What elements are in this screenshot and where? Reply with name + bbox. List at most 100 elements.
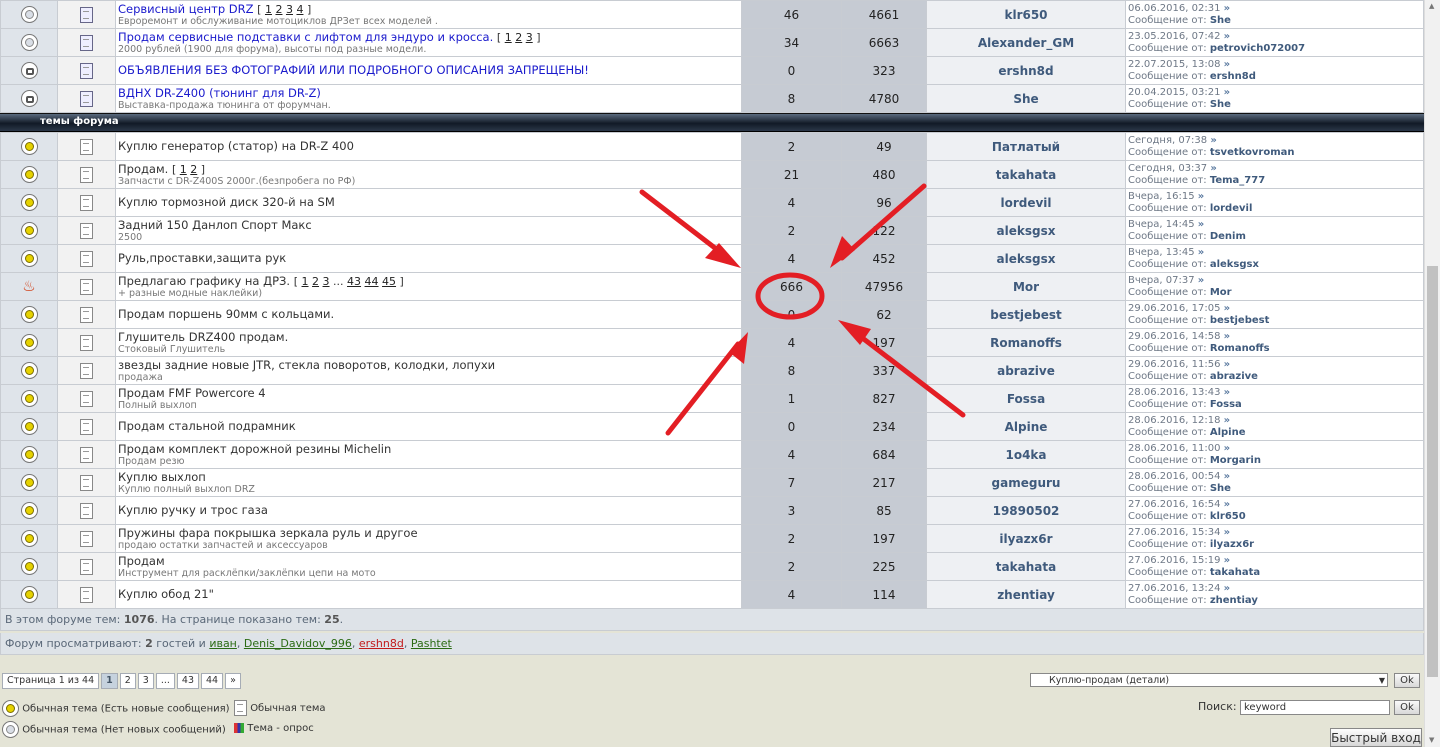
go-to-last-post-icon[interactable]: » [1210, 163, 1216, 174]
go-to-last-post-icon[interactable]: » [1224, 499, 1230, 510]
page-link[interactable]: 1 [302, 275, 309, 288]
scrollbar[interactable]: ▲ ▼ [1424, 0, 1440, 747]
last-post-author[interactable]: tsvetkovroman [1210, 147, 1295, 158]
page-link[interactable]: 2 [515, 31, 522, 44]
topic-title-link[interactable]: Сервисный центр DRZ [118, 3, 254, 16]
page-link[interactable]: 1 [265, 3, 272, 16]
author-link[interactable]: Fossa [1007, 392, 1045, 406]
search-input[interactable]: keyword [1240, 700, 1390, 715]
page-link[interactable]: 2 [312, 275, 319, 288]
page-link[interactable]: 1 [180, 163, 187, 176]
viewer-link[interactable]: ershn8d [359, 637, 404, 650]
author-link[interactable]: 1o4ka [1005, 448, 1046, 462]
author-link[interactable]: takahata [996, 560, 1056, 574]
page-link[interactable]: 2 [275, 3, 282, 16]
topic-title-link[interactable]: Продам комплект дорожной резины Michelin [118, 443, 391, 456]
pager-page[interactable]: 44 [201, 673, 224, 689]
page-link[interactable]: 45 [382, 275, 396, 288]
viewer-link[interactable]: Pashtet [411, 637, 452, 650]
author-link[interactable]: bestjebest [990, 308, 1061, 322]
forum-jump-select[interactable]: Куплю-продам (детали) ▼ [1030, 673, 1388, 687]
author-link[interactable]: Alpine [1005, 420, 1048, 434]
topic-title-link[interactable]: Руль,проставки,защита рук [118, 252, 286, 265]
last-post-author[interactable]: Denim [1210, 231, 1246, 242]
pager-page[interactable]: » [225, 673, 241, 689]
pager-page[interactable]: 3 [137, 673, 154, 689]
last-post-author[interactable]: She [1210, 15, 1231, 26]
last-post-author[interactable]: bestjebest [1210, 315, 1270, 326]
last-post-author[interactable]: Morgarin [1210, 455, 1261, 466]
last-post-author[interactable]: She [1210, 99, 1231, 110]
topic-title-link[interactable]: Предлагаю графику на ДРЗ. [118, 275, 290, 288]
go-to-last-post-icon[interactable]: » [1224, 59, 1230, 70]
topic-title-link[interactable]: Продам [118, 555, 165, 568]
jump-ok-button[interactable]: Ok [1394, 673, 1420, 688]
last-post-author[interactable]: ilyazx6r [1210, 539, 1254, 550]
page-link[interactable]: 43 [347, 275, 361, 288]
pager-page[interactable]: 43 [176, 673, 199, 689]
author-link[interactable]: takahata [996, 168, 1056, 182]
author-link[interactable]: lordevil [1000, 196, 1051, 210]
last-post-author[interactable]: Alpine [1210, 427, 1246, 438]
author-link[interactable]: gameguru [992, 476, 1061, 490]
topic-title-link[interactable]: Куплю генератор (статор) на DR-Z 400 [118, 140, 354, 153]
page-link[interactable]: 3 [286, 3, 293, 16]
topic-title-link[interactable]: звезды задние новые JTR, стекла поворото… [118, 359, 495, 372]
last-post-author[interactable]: Romanoffs [1210, 343, 1270, 354]
author-link[interactable]: klr650 [1004, 8, 1047, 22]
author-link[interactable]: ilyazx6r [999, 532, 1052, 546]
topic-title-link[interactable]: ОБЪЯВЛЕНИЯ БЕЗ ФОТОГРАФИЙ ИЛИ ПОДРОБНОГО… [118, 64, 589, 77]
last-post-author[interactable]: Mor [1210, 287, 1232, 298]
author-link[interactable]: 19890502 [993, 504, 1060, 518]
go-to-last-post-icon[interactable]: » [1224, 583, 1230, 594]
page-link[interactable]: 2 [190, 163, 197, 176]
last-post-author[interactable]: takahata [1210, 567, 1260, 578]
author-link[interactable]: zhentiay [997, 588, 1055, 602]
pager-page[interactable]: 2 [119, 673, 136, 689]
go-to-last-post-icon[interactable]: » [1224, 359, 1230, 370]
topic-title-link[interactable]: Куплю обод 21" [118, 588, 214, 601]
author-link[interactable]: aleksgsx [997, 224, 1056, 238]
go-to-last-post-icon[interactable]: » [1224, 87, 1230, 98]
last-post-author[interactable]: Tema_777 [1210, 175, 1265, 186]
scroll-thumb[interactable] [1427, 266, 1438, 677]
go-to-last-post-icon[interactable]: » [1224, 3, 1230, 14]
author-link[interactable]: ershn8d [998, 64, 1053, 78]
go-to-last-post-icon[interactable]: » [1224, 387, 1230, 398]
page-link[interactable]: 3 [323, 275, 330, 288]
topic-title-link[interactable]: Задний 150 Данлоп Спорт Макс [118, 219, 312, 232]
quick-login-button[interactable]: Быстрый вход [1330, 728, 1422, 747]
topic-title-link[interactable]: ВДНХ DR-Z400 (тюнинг для DR-Z) [118, 87, 321, 100]
author-link[interactable]: aleksgsx [997, 252, 1056, 266]
author-link[interactable]: She [1013, 92, 1038, 106]
viewer-link[interactable]: Denis_Davidov_996 [244, 637, 352, 650]
author-link[interactable]: abrazive [997, 364, 1055, 378]
go-to-last-post-icon[interactable]: » [1224, 415, 1230, 426]
go-to-last-post-icon[interactable]: » [1224, 331, 1230, 342]
author-link[interactable]: Патлатый [992, 140, 1060, 154]
page-link[interactable]: 4 [296, 3, 303, 16]
search-ok-button[interactable]: Ok [1394, 700, 1420, 715]
topic-title-link[interactable]: Продам сервисные подставки с лифтом для … [118, 31, 493, 44]
scroll-down-icon[interactable]: ▼ [1429, 736, 1434, 744]
go-to-last-post-icon[interactable]: » [1224, 31, 1230, 42]
last-post-author[interactable]: She [1210, 483, 1231, 494]
go-to-last-post-icon[interactable]: » [1210, 135, 1216, 146]
page-link[interactable]: 44 [365, 275, 379, 288]
topic-title-link[interactable]: Продам. [118, 163, 168, 176]
viewer-link[interactable]: иван [209, 637, 237, 650]
last-post-author[interactable]: aleksgsx [1210, 259, 1259, 270]
topic-title-link[interactable]: Куплю тормозной диск 320-й на SM [118, 196, 335, 209]
go-to-last-post-icon[interactable]: » [1198, 275, 1204, 286]
go-to-last-post-icon[interactable]: » [1224, 443, 1230, 454]
last-post-author[interactable]: lordevil [1210, 203, 1253, 214]
last-post-author[interactable]: klr650 [1210, 511, 1246, 522]
go-to-last-post-icon[interactable]: » [1224, 527, 1230, 538]
pager-page[interactable]: 1 [101, 673, 118, 689]
go-to-last-post-icon[interactable]: » [1198, 219, 1204, 230]
last-post-author[interactable]: Fossa [1210, 399, 1242, 410]
topic-title-link[interactable]: Куплю ручку и трос газа [118, 504, 268, 517]
page-link[interactable]: 3 [526, 31, 533, 44]
author-link[interactable]: Mor [1013, 280, 1039, 294]
go-to-last-post-icon[interactable]: » [1198, 191, 1204, 202]
